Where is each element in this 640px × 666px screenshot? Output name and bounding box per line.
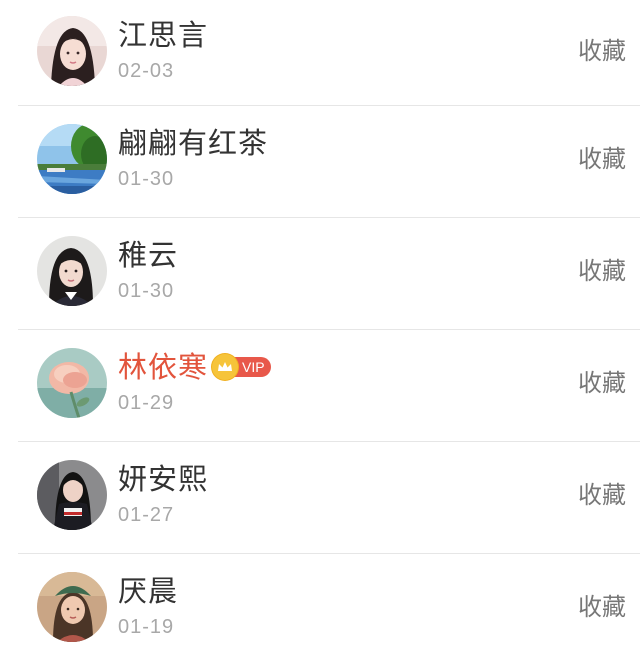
list-item[interactable]: 妍安熙 01-27 收藏: [0, 442, 640, 554]
crown-icon: [212, 354, 239, 380]
vip-badge: VIP: [212, 354, 271, 380]
list-item[interactable]: 厌晨 01-19 收藏: [0, 554, 640, 666]
name-line: 翩翩有红茶: [118, 126, 268, 160]
user-name: 林依寒: [118, 350, 209, 384]
favorite-button[interactable]: 收藏: [578, 368, 626, 398]
date-label: 02-03: [118, 60, 175, 82]
avatar[interactable]: [37, 460, 107, 530]
favorite-button[interactable]: 收藏: [578, 36, 626, 66]
favorite-button[interactable]: 收藏: [578, 480, 626, 510]
avatar[interactable]: [37, 348, 107, 418]
favorite-button[interactable]: 收藏: [578, 592, 626, 622]
date-label: 01-27: [118, 504, 175, 526]
date-label: 01-30: [118, 168, 175, 190]
list-item[interactable]: 江思言 02-03 收藏: [0, 0, 640, 106]
list-item[interactable]: 稚云 01-30 收藏: [0, 218, 640, 330]
list-item[interactable]: 林依寒 VIP 01-29 收藏: [0, 330, 640, 442]
avatar[interactable]: [37, 16, 107, 86]
avatar[interactable]: [37, 124, 107, 194]
date-label: 01-29: [118, 392, 175, 414]
name-line: 林依寒 VIP: [118, 350, 271, 384]
avatar[interactable]: [37, 572, 107, 642]
date-label: 01-19: [118, 616, 175, 638]
favorite-button[interactable]: 收藏: [578, 144, 626, 174]
name-line: 妍安熙: [118, 462, 208, 496]
user-name: 稚云: [118, 238, 179, 272]
user-name: 江思言: [118, 18, 209, 52]
user-name: 妍安熙: [118, 462, 209, 496]
user-name: 翩翩有红茶: [118, 126, 269, 160]
name-line: 厌晨: [118, 574, 178, 608]
name-line: 江思言: [118, 18, 208, 52]
user-name: 厌晨: [118, 574, 179, 608]
avatar[interactable]: [37, 236, 107, 306]
favorite-button[interactable]: 收藏: [578, 256, 626, 286]
list-item[interactable]: 翩翩有红茶 01-30 收藏: [0, 106, 640, 218]
date-label: 01-30: [118, 280, 175, 302]
favorites-list: 江思言 02-03 收藏 翩翩有红茶 01-30 收藏 稚云 01-30 收藏 …: [0, 0, 640, 666]
name-line: 稚云: [118, 238, 178, 272]
